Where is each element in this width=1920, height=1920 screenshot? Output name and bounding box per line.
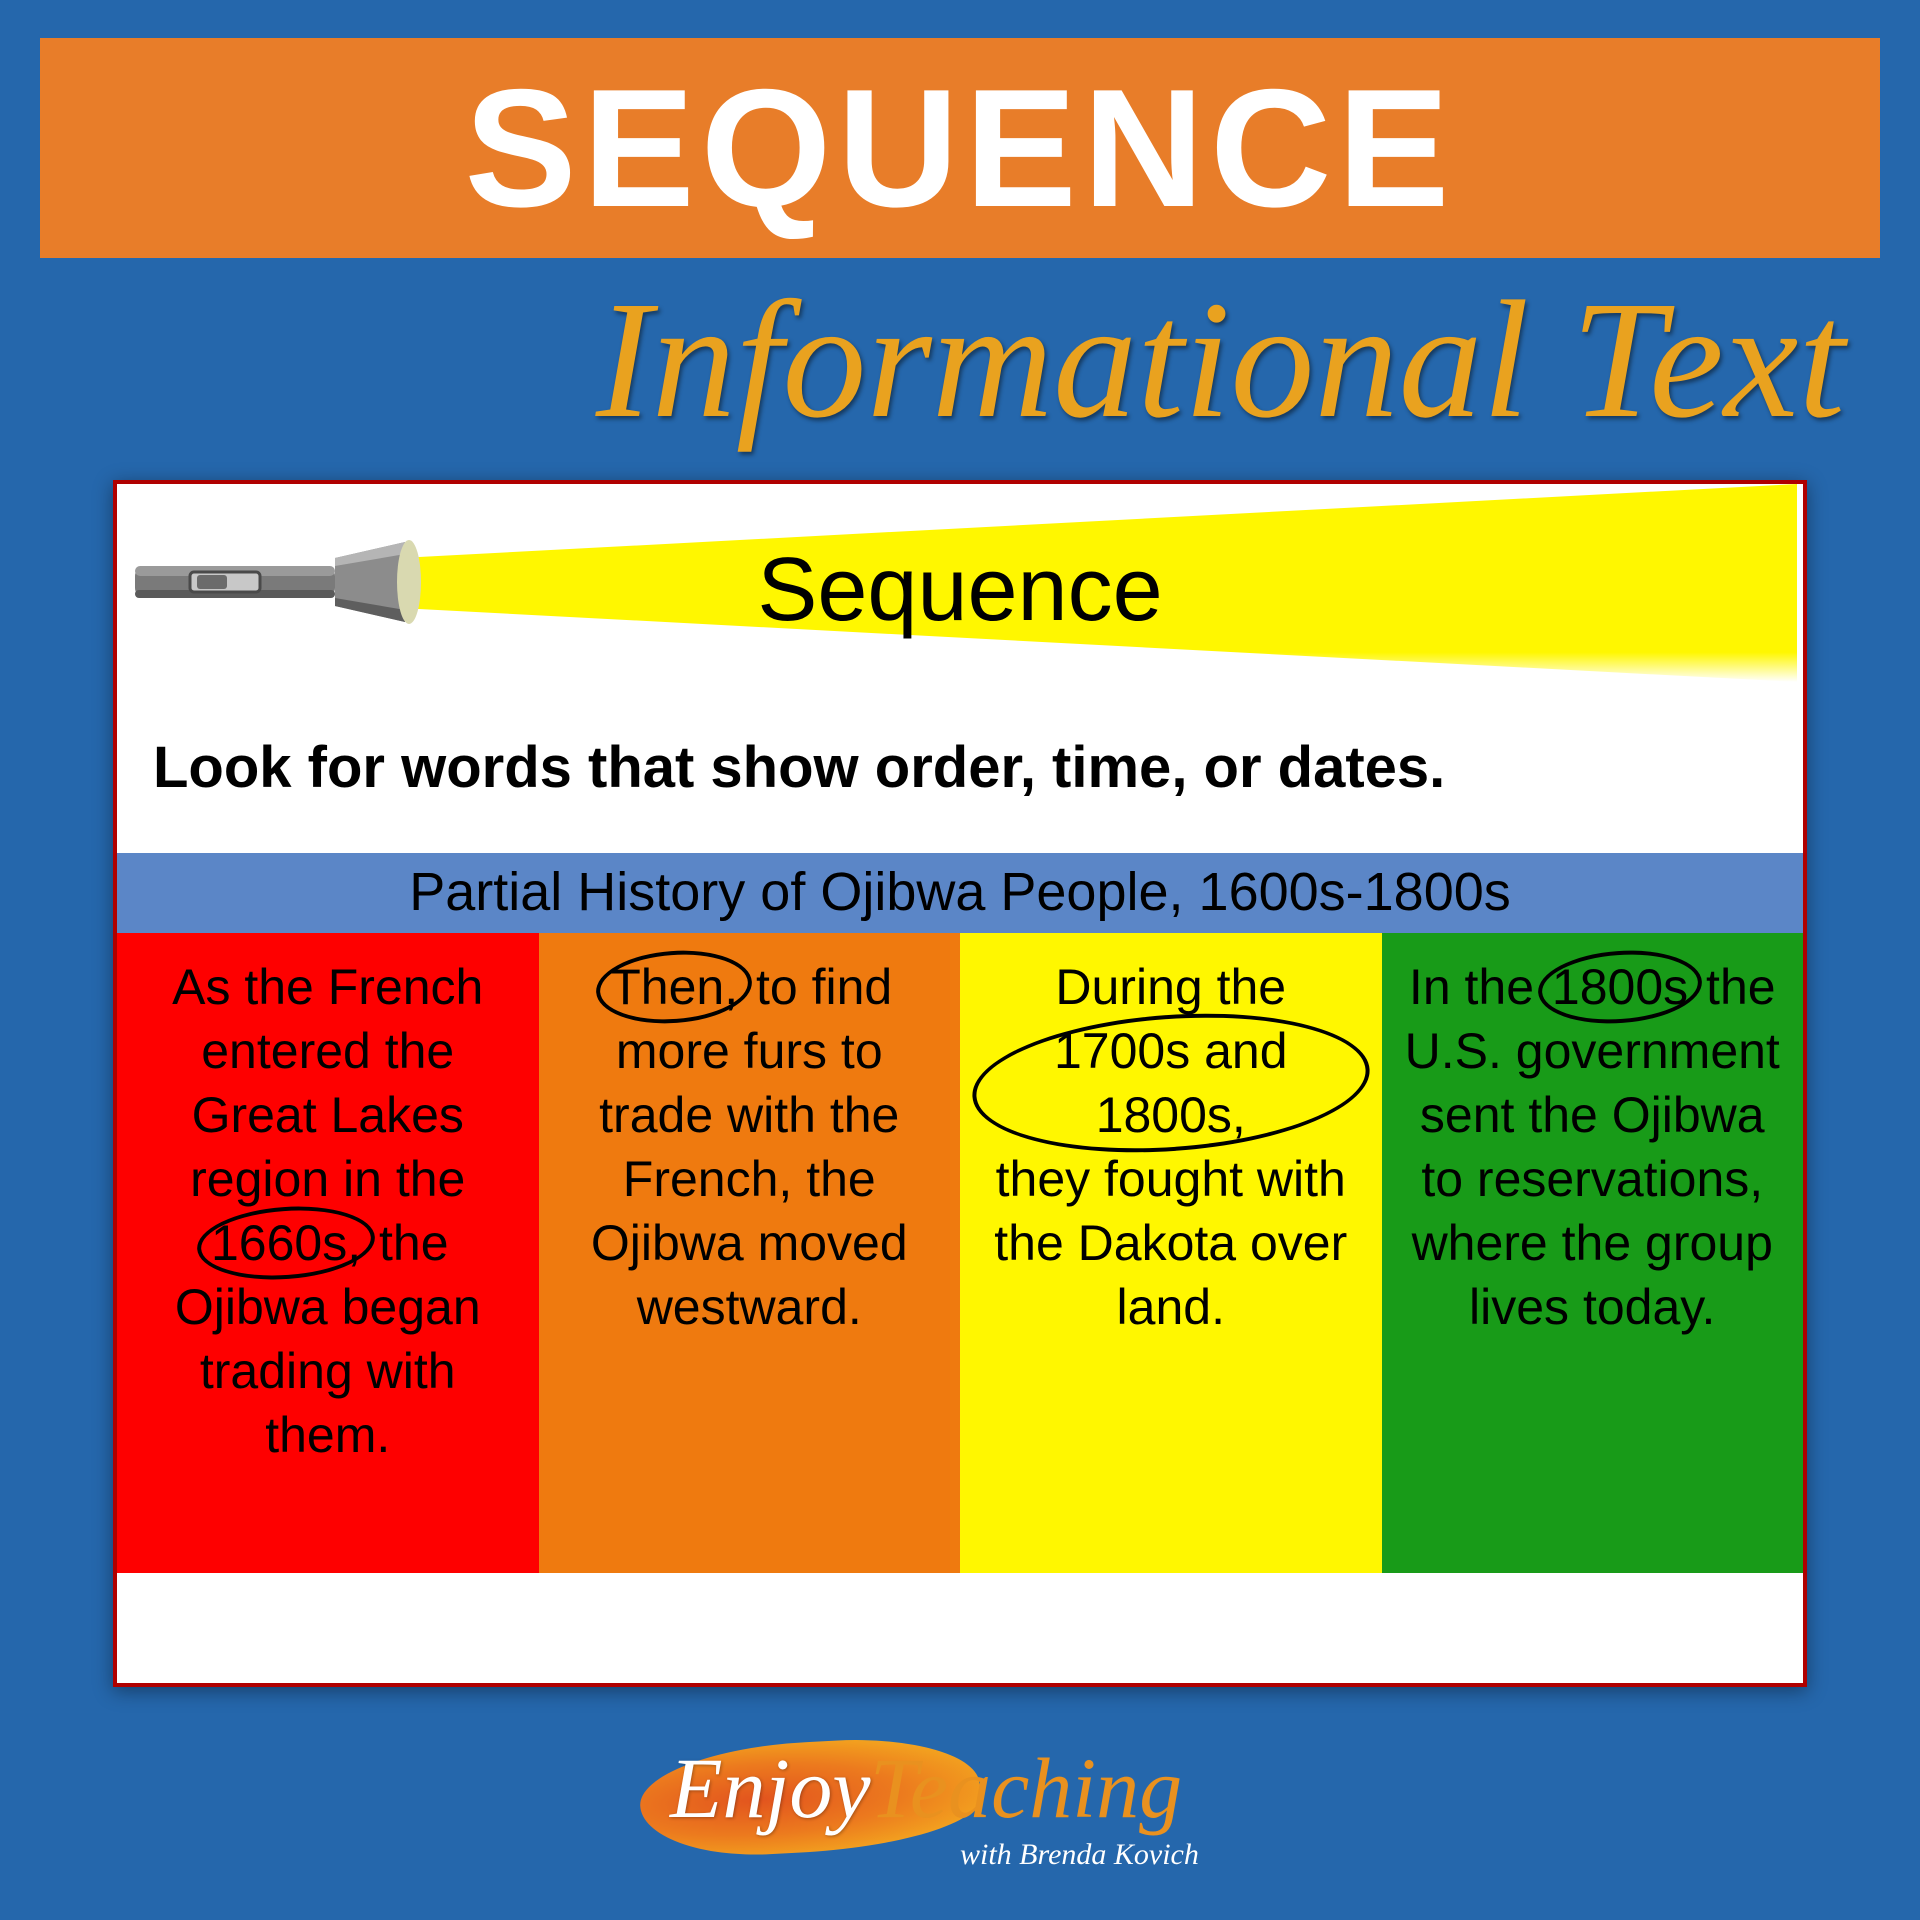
subtitle-wrap: Informational Text [0, 265, 1920, 455]
brand-logo: Enjoy Teaching with Brenda Kovich [0, 1720, 1920, 1890]
sequence-step-1: As the French entered the Great Lakes re… [117, 933, 539, 1573]
step-keyword: 1800s [1548, 955, 1692, 1019]
card-footer-blank [117, 1573, 1803, 1678]
card-heading: Sequence [117, 539, 1803, 642]
step-text-post: they fought with the Dakota over land. [994, 1151, 1347, 1335]
page-subtitle: Informational Text [596, 264, 1845, 457]
step-keyword: Then, [606, 955, 742, 1019]
sequence-step-3: During the 1700s and 1800s, they fought … [960, 933, 1382, 1573]
step-keyword: 1660s, [207, 1211, 365, 1275]
instruction-text: Look for words that show order, time, or… [117, 694, 1803, 853]
step-text-pre: As the French entered the Great Lakes re… [172, 959, 483, 1207]
step-text-pre: In the [1409, 959, 1548, 1015]
step-keyword: 1700s and 1800s, [982, 1019, 1360, 1147]
logo-word-teaching: Teaching [870, 1738, 1182, 1838]
sequence-step-2: Then, to find more furs to trade with th… [539, 933, 961, 1573]
title-bar: SEQUENCE [40, 38, 1880, 258]
page-title: SEQUENCE [465, 52, 1456, 245]
step-text-pre: During the [1055, 959, 1286, 1015]
card-subheader: Partial History of Ojibwa People, 1600s-… [117, 853, 1803, 933]
card-header: Sequence [117, 484, 1803, 694]
sequence-step-4: In the 1800s the U.S. government sent th… [1382, 933, 1804, 1573]
slide-card: Sequence Look for words that show order,… [113, 480, 1807, 1687]
logo-byline: with Brenda Kovich [960, 1838, 1199, 1872]
logo-word-enjoy: Enjoy [670, 1738, 871, 1838]
sequence-columns: As the French entered the Great Lakes re… [117, 933, 1803, 1573]
